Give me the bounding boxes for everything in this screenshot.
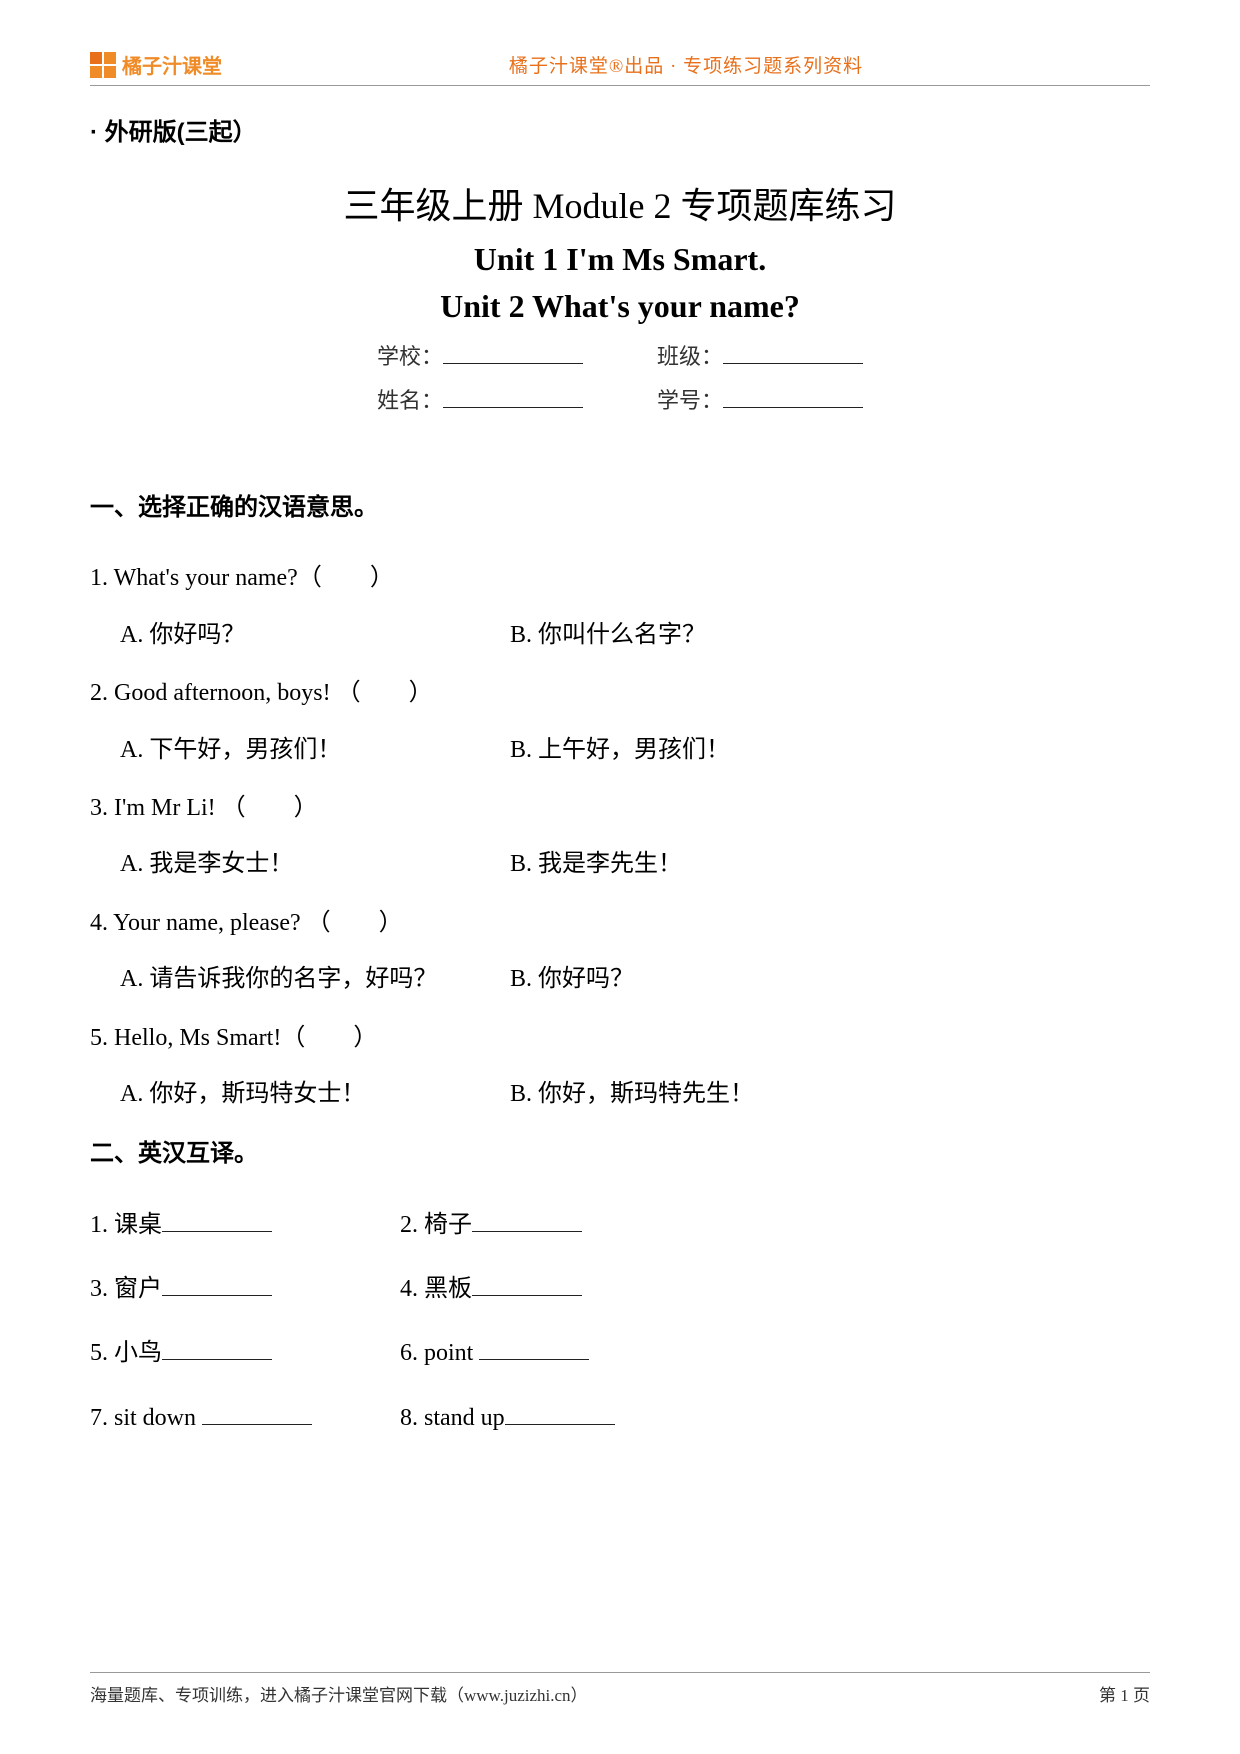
q5-option-b: B. 你好，斯玛特先生！ (510, 1069, 754, 1119)
school-label: 学校： (377, 344, 443, 369)
trans-item-5: 5. 小鸟 (90, 1340, 162, 1366)
q2-option-b: B. 上午好，男孩们！ (510, 725, 730, 775)
translation-grid: 1. 课桌 2. 椅子 3. 窗户 4. 黑板 5. 小鸟 6. point 7… (90, 1200, 1150, 1444)
edition-label: · 外研版(三起） (90, 112, 1150, 147)
q5-option-a: A. 你好，斯玛特女士！ (120, 1069, 510, 1119)
q3-option-b: B. 我是李先生！ (510, 839, 682, 889)
trans-blank-1[interactable] (162, 1212, 272, 1232)
header-subtitle: 橘子汁课堂®出品 · 专项练习题系列资料 (222, 51, 1150, 78)
trans-blank-2[interactable] (472, 1212, 582, 1232)
doc-title-line1: 三年级上册 Module 2 专项题库练习 (90, 177, 1150, 229)
content-body: 一、选择正确的汉语意思。 1. What's your name?（ ） A. … (90, 483, 1150, 1443)
trans-item-6: 6. point (400, 1340, 479, 1366)
trans-blank-4[interactable] (472, 1276, 582, 1296)
header-divider (90, 85, 1150, 86)
trans-blank-6[interactable] (479, 1340, 589, 1360)
question-5: 5. Hello, Ms Smart!（ ） (90, 1013, 1150, 1063)
trans-item-7: 7. sit down (90, 1405, 202, 1431)
q4-option-b: B. 你好吗？ (510, 954, 634, 1004)
q3-option-a: A. 我是李女士！ (120, 839, 510, 889)
doc-title-line3: Unit 2 What's your name? (90, 288, 1150, 325)
q2-option-a: A. 下午好，男孩们！ (120, 725, 510, 775)
id-label: 学号： (657, 388, 723, 413)
page-number: 第 1 页 (1099, 1681, 1150, 1706)
trans-blank-5[interactable] (162, 1340, 272, 1360)
page-footer: 海量题库、专项训练，进入橘子汁课堂官网下载（www.juzizhi.cn） 第 … (90, 1672, 1150, 1706)
trans-item-1: 1. 课桌 (90, 1212, 162, 1238)
school-field[interactable] (443, 344, 583, 364)
name-field[interactable] (443, 388, 583, 408)
footer-divider (90, 1672, 1150, 1673)
trans-blank-8[interactable] (505, 1405, 615, 1425)
q1-option-a: A. 你好吗？ (120, 610, 510, 660)
class-label: 班级： (657, 344, 723, 369)
section2-title: 二、英汉互译。 (90, 1129, 1150, 1179)
page-header: 橘子汁课堂 橘子汁课堂®出品 · 专项练习题系列资料 (90, 50, 1150, 79)
title-block: 三年级上册 Module 2 专项题库练习 Unit 1 I'm Ms Smar… (90, 177, 1150, 423)
id-field[interactable] (723, 388, 863, 408)
trans-item-4: 4. 黑板 (400, 1276, 472, 1302)
q1-option-b: B. 你叫什么名字？ (510, 610, 706, 660)
trans-item-2: 2. 椅子 (400, 1212, 472, 1238)
class-field[interactable] (723, 344, 863, 364)
doc-title-line2: Unit 1 I'm Ms Smart. (90, 241, 1150, 278)
footer-left: 海量题库、专项训练，进入橘子汁课堂官网下载（www.juzizhi.cn） (90, 1681, 588, 1706)
brand-name: 橘子汁课堂 (122, 50, 222, 79)
trans-item-8: 8. stand up (400, 1405, 505, 1431)
question-1: 1. What's your name?（ ） (90, 553, 1150, 603)
section1-title: 一、选择正确的汉语意思。 (90, 483, 1150, 533)
trans-blank-7[interactable] (202, 1405, 312, 1425)
trans-blank-3[interactable] (162, 1276, 272, 1296)
trans-item-3: 3. 窗户 (90, 1276, 162, 1302)
question-4: 4. Your name, please? （ ） (90, 898, 1150, 948)
logo-grid-icon (90, 52, 116, 78)
name-label: 姓名： (377, 388, 443, 413)
student-info-form: 学校： 班级： 姓名： 学号： (360, 335, 880, 423)
question-3: 3. I'm Mr Li! （ ） (90, 783, 1150, 833)
question-2: 2. Good afternoon, boys! （ ） (90, 668, 1150, 718)
brand-logo: 橘子汁课堂 (90, 50, 222, 79)
q4-option-a: A. 请告诉我你的名字，好吗？ (120, 954, 510, 1004)
